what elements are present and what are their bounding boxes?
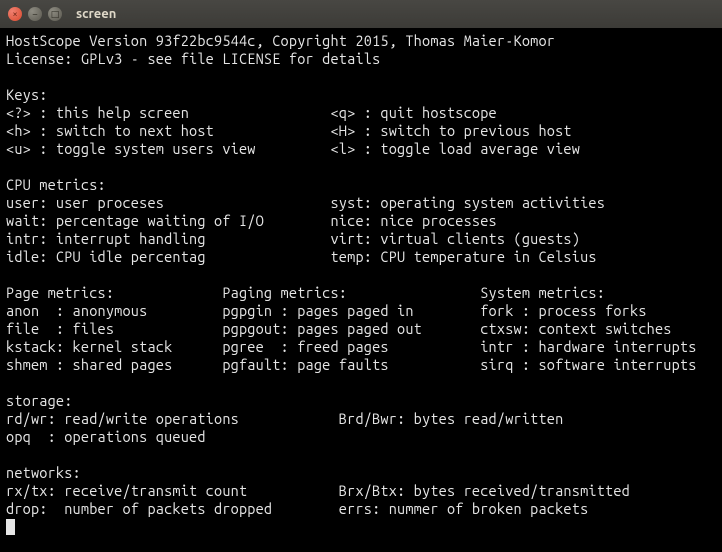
terminal-cursor — [6, 519, 15, 535]
close-button[interactable]: × — [8, 7, 22, 21]
titlebar: × – □ screen — [0, 0, 722, 28]
window-controls: × – □ — [8, 7, 62, 21]
minimize-button[interactable]: – — [28, 7, 42, 21]
window-title: screen — [76, 7, 116, 21]
maximize-button[interactable]: □ — [48, 7, 62, 21]
terminal-output[interactable]: HostScope Version 93f22bc9544c, Copyrigh… — [0, 28, 722, 552]
